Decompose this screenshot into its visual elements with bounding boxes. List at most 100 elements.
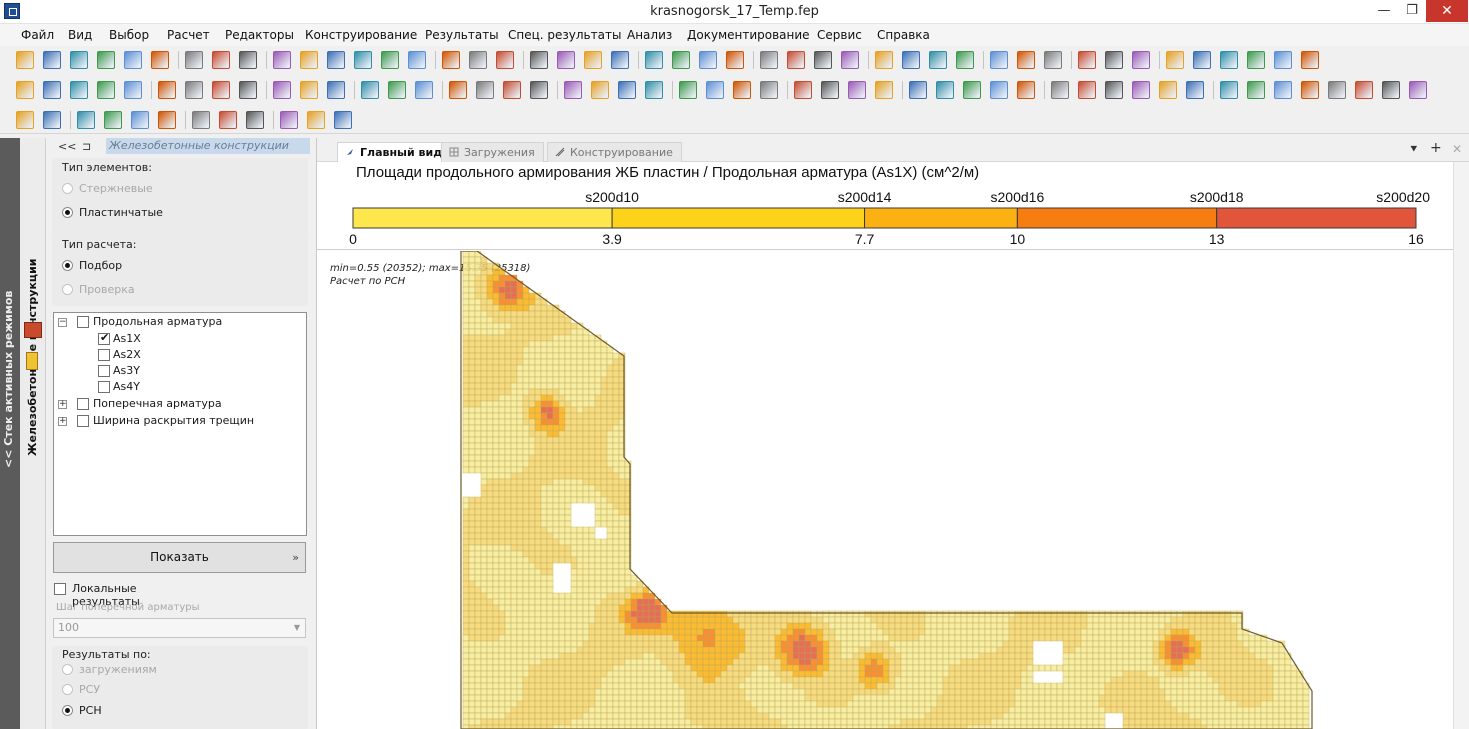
toolbar-tool-icon[interactable] [1220, 81, 1238, 99]
tab-main-view[interactable]: Главный вид [337, 142, 452, 162]
toolbar-tool-icon[interactable] [530, 51, 548, 69]
toolbar-tool-icon[interactable] [1166, 51, 1184, 69]
toolbar-tool-icon[interactable] [16, 51, 34, 69]
toolbar-tool-icon[interactable] [415, 81, 433, 99]
toolbar-tool-icon[interactable] [503, 81, 521, 99]
checkbox[interactable] [54, 583, 66, 595]
toolbar-tool-icon[interactable] [192, 111, 210, 129]
menu-analysis[interactable]: Анализ [627, 28, 672, 42]
menu-service[interactable]: Сервис [817, 28, 862, 42]
toolbar-tool-icon[interactable] [449, 81, 467, 99]
toolbar-tool-icon[interactable] [97, 81, 115, 99]
toolbar-tool-icon[interactable] [151, 51, 169, 69]
menu-select[interactable]: Выбор [109, 28, 149, 42]
expand-toggle[interactable]: + [58, 400, 67, 409]
toolbar-tool-icon[interactable] [1301, 81, 1319, 99]
checkbox[interactable] [98, 331, 110, 345]
toolbar-tool-icon[interactable] [361, 81, 379, 99]
toolbar-tool-icon[interactable] [564, 81, 582, 99]
toolbar-tool-icon[interactable] [408, 51, 426, 69]
toolbar-tool-icon[interactable] [645, 81, 663, 99]
radio-circle[interactable] [62, 284, 73, 295]
toolbar-tool-icon[interactable] [1186, 81, 1204, 99]
toolbar-tool-icon[interactable] [1044, 51, 1062, 69]
toolbar-tool-icon[interactable] [760, 51, 778, 69]
rc-structure-icon[interactable] [24, 322, 42, 338]
checkbox[interactable] [98, 365, 110, 377]
toolbar-tool-icon[interactable] [1078, 81, 1096, 99]
toolbar-tool-icon[interactable] [530, 81, 548, 99]
toolbar-tool-icon[interactable] [469, 51, 487, 69]
toolbar-tool-icon[interactable] [43, 51, 61, 69]
toolbar-tool-icon[interactable] [1328, 81, 1346, 99]
radio-circle[interactable] [62, 705, 73, 716]
checkbox[interactable] [77, 316, 89, 328]
toolbar-tool-icon[interactable] [239, 81, 257, 99]
maximize-button[interactable]: ❐ [1398, 0, 1426, 22]
close-tab-button[interactable]: ✕ [1452, 142, 1462, 156]
toolbar-tool-icon[interactable] [273, 81, 291, 99]
toolbar-tool-icon[interactable] [1159, 81, 1177, 99]
toolbar-tool-icon[interactable] [354, 51, 372, 69]
toolbar-tool-icon[interactable] [760, 81, 778, 99]
toolbar-tool-icon[interactable] [1274, 81, 1292, 99]
radio-circle[interactable] [62, 664, 73, 675]
toolbar-tool-icon[interactable] [280, 111, 298, 129]
toolbar-tool-icon[interactable] [902, 51, 920, 69]
menu-special-results[interactable]: Спец. результаты [508, 28, 621, 42]
menu-editors[interactable]: Редакторы [225, 28, 294, 42]
toolbar-tool-icon[interactable] [956, 51, 974, 69]
toolbar-tool-icon[interactable] [1051, 81, 1069, 99]
collapse-toggle[interactable]: − [58, 318, 67, 327]
toolbar-tool-icon[interactable] [300, 51, 318, 69]
toolbar-tool-icon[interactable] [327, 81, 345, 99]
toolbar-tool-icon[interactable] [212, 81, 230, 99]
toolbar-tool-icon[interactable] [1105, 81, 1123, 99]
radio-circle[interactable] [62, 684, 73, 695]
tree-node-crack-width[interactable]: + Ширина раскрытия трещин [58, 414, 298, 429]
toolbar-tool-icon[interactable] [1247, 81, 1265, 99]
radio-circle[interactable] [62, 260, 73, 271]
toolbar-tool-icon[interactable] [733, 81, 751, 99]
model-canvas[interactable]: min=0.55 (20352); max=15.35 (25318) Расч… [317, 251, 1453, 729]
toolbar-tool-icon[interactable] [787, 51, 805, 69]
add-tab-button[interactable]: + [1430, 140, 1442, 156]
toolbar-tool-icon[interactable] [43, 81, 61, 99]
show-button[interactable]: Показать » [53, 542, 306, 573]
toolbar-tool-icon[interactable] [496, 51, 514, 69]
toolbar-tool-icon[interactable] [97, 51, 115, 69]
tree-node-as4y[interactable]: As4Y [98, 380, 218, 395]
checkbox[interactable] [98, 349, 110, 361]
toolbar-tool-icon[interactable] [841, 51, 859, 69]
toolbar-tool-icon[interactable] [875, 81, 893, 99]
menu-calc[interactable]: Расчет [167, 28, 210, 42]
toolbar-tool-icon[interactable] [726, 51, 744, 69]
tree-node-as3y[interactable]: As3Y [98, 364, 218, 379]
toolbar-tool-icon[interactable] [381, 51, 399, 69]
checkbox[interactable] [77, 398, 89, 410]
toolbar-tool-icon[interactable] [990, 51, 1008, 69]
toolbar-tool-icon[interactable] [1132, 81, 1150, 99]
toolbar-tool-icon[interactable] [1382, 81, 1400, 99]
toolbar-tool-icon[interactable] [239, 51, 257, 69]
toolbar-tool-icon[interactable] [334, 111, 352, 129]
toolbar-tool-icon[interactable] [1193, 51, 1211, 69]
tree-node-transverse[interactable]: + Поперечная арматура [58, 397, 298, 412]
toolbar-tool-icon[interactable] [77, 111, 95, 129]
rebar-icon[interactable] [26, 352, 38, 370]
toolbar-tool-icon[interactable] [131, 111, 149, 129]
toolbar-tool-icon[interactable] [158, 81, 176, 99]
menu-view[interactable]: Вид [68, 28, 92, 42]
menu-design[interactable]: Конструирование [305, 28, 417, 42]
menu-help[interactable]: Справка [877, 28, 930, 42]
toolbar-tool-icon[interactable] [611, 51, 629, 69]
toolbar-tool-icon[interactable] [794, 81, 812, 99]
toolbar-tool-icon[interactable] [1105, 51, 1123, 69]
tree-node-longitudinal[interactable]: − Продольная арматура [58, 315, 298, 330]
toolbar-tool-icon[interactable] [645, 51, 663, 69]
toolbar-tool-icon[interactable] [70, 81, 88, 99]
toolbar-tool-icon[interactable] [814, 51, 832, 69]
toolbar-tool-icon[interactable] [104, 111, 122, 129]
radio-circle[interactable] [62, 183, 73, 194]
toolbar-tool-icon[interactable] [1017, 81, 1035, 99]
